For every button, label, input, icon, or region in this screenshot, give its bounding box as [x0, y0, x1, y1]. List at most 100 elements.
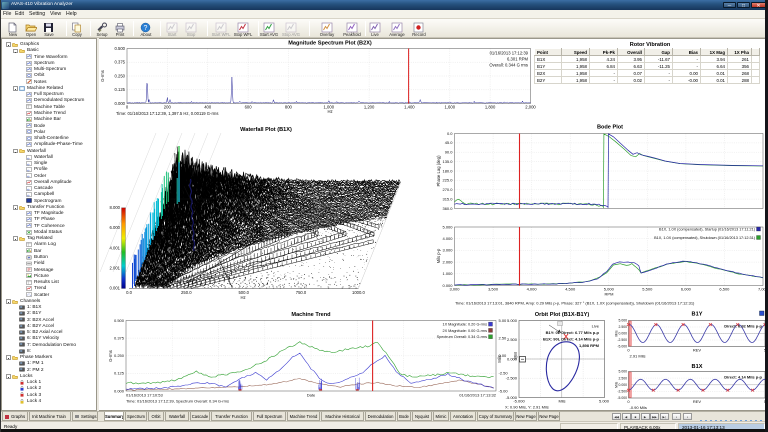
svg-text:5.000: 5.000 [599, 399, 610, 404]
svg-text:5,500: 5,500 [642, 287, 653, 292]
svg-text:0.000: 0.000 [114, 388, 125, 393]
svg-text:REV: REV [693, 348, 702, 353]
svg-text:-2.500: -2.500 [617, 338, 627, 342]
svg-text:Date: Date [307, 392, 316, 397]
svg-text:Orbit Plot (B1X-B1Y): Orbit Plot (B1X-B1Y) [535, 312, 590, 318]
svg-text:REV: REV [693, 399, 702, 404]
svg-text:Time: 01/16/2013 17:12:39, 1,3: Time: 01/16/2013 17:12:39, 1,397.5 Hz, 0… [116, 111, 218, 116]
svg-text:-0.90 Mils: -0.90 Mils [630, 405, 647, 410]
svg-text:Time: 01/16/2013 17:12:39, Spe: Time: 01/16/2013 17:12:39, Spectrum Over… [126, 398, 229, 403]
svg-text:1.000: 1.000 [442, 271, 453, 276]
svg-text:270.0: 270.0 [442, 187, 453, 192]
svg-text:4,000: 4,000 [527, 287, 538, 292]
svg-text:G-rms: G-rms [100, 70, 105, 82]
svg-text:-5.000: -5.000 [617, 345, 627, 349]
svg-text:180.0: 180.0 [442, 168, 453, 173]
svg-text:Mils: Mils [558, 399, 565, 404]
svg-text:2.001: 2.001 [110, 266, 121, 271]
svg-text:01/16/2013 17:10:53: 01/16/2013 17:10:53 [126, 392, 163, 397]
svg-text:Spectrum Overall: 0.34 G-rms: Spectrum Overall: 0.34 G-rms [437, 335, 488, 339]
svg-text:5.000: 5.000 [619, 370, 628, 374]
svg-text:0.0: 0.0 [126, 290, 132, 295]
svg-text:2.500: 2.500 [507, 337, 518, 342]
svg-text:2.000: 2.000 [442, 259, 453, 264]
svg-text:-5.000: -5.000 [513, 399, 525, 404]
svg-text:-5.00: -5.00 [499, 388, 509, 393]
svg-text:5.000: 5.000 [507, 318, 518, 323]
svg-text:B1Y: B1Y [692, 312, 703, 318]
svg-text:Mils: Mils [497, 355, 502, 362]
svg-text:B1X: B1X [692, 364, 703, 370]
svg-text:Bode Plot: Bode Plot [597, 125, 623, 131]
svg-text:Overall: 0.344 G rms: Overall: 0.344 G rms [489, 63, 528, 68]
svg-text:2.500: 2.500 [619, 325, 628, 329]
svg-text:01/16/2013 17:13:32: 01/16/2013 17:13:32 [459, 392, 496, 397]
svg-text:0.125: 0.125 [114, 371, 125, 376]
svg-text:0.000: 0.000 [507, 356, 518, 361]
svg-text:3,500: 3,500 [488, 287, 499, 292]
svg-text:B1Y: 0L Direct: 6.77 Mils p-p: B1Y: 0L Direct: 6.77 Mils p-p [546, 330, 600, 335]
svg-text:0: 0 [126, 105, 129, 110]
svg-text:0.500: 0.500 [115, 46, 126, 51]
svg-text:Mils p-p: Mils p-p [436, 248, 441, 263]
svg-text:1,200: 1,200 [364, 105, 375, 110]
svg-text:-2.500: -2.500 [506, 376, 518, 381]
svg-text:-2.500: -2.500 [617, 390, 627, 394]
svg-text:0.000: 0.000 [619, 383, 628, 387]
svg-text:B1X, 1.0X (compensated), Shutd: B1X, 1.0X (compensated), Shutdown (01/16… [654, 236, 756, 240]
svg-text:90.0: 90.0 [445, 150, 454, 155]
svg-text:Hz: Hz [327, 109, 332, 114]
svg-text:600: 600 [245, 105, 253, 110]
svg-text:Phase Lag (deg): Phase Lag (deg) [436, 155, 441, 187]
svg-text:Mils: Mils [615, 330, 619, 336]
svg-text:X: 0.90 Mils, Y: 2.91 Mils: X: 0.90 Mils, Y: 2.91 Mils [505, 404, 549, 409]
svg-text:5.000: 5.000 [619, 319, 628, 323]
svg-text:G-rms: G-rms [108, 350, 113, 362]
svg-text:0.0: 0.0 [447, 131, 453, 136]
svg-text:400: 400 [204, 105, 212, 110]
svg-text:2.50: 2.50 [499, 335, 508, 340]
svg-text:45.0: 45.0 [445, 140, 454, 145]
svg-text:2,000: 2,000 [525, 105, 536, 110]
svg-text:0.250: 0.250 [114, 353, 125, 358]
svg-text:Machine Trend: Machine Trend [291, 312, 331, 318]
svg-text:0.500: 0.500 [114, 318, 125, 323]
svg-text:8.000: 8.000 [110, 205, 121, 210]
svg-text:Mils: Mils [615, 381, 619, 387]
svg-text:5.000: 5.000 [442, 224, 453, 229]
svg-text:Magnitude Spectrum Plot (B2X): Magnitude Spectrum Plot (B2X) [288, 41, 372, 47]
svg-text:1X Magnitude: 0.20 G-rms: 1X Magnitude: 0.20 G-rms [442, 323, 487, 327]
svg-text:4.001: 4.001 [110, 245, 121, 250]
svg-text:1,800: 1,800 [485, 105, 496, 110]
svg-text:2.500: 2.500 [619, 376, 628, 380]
svg-text:1000.0: 1000.0 [352, 290, 365, 295]
svg-text:Time: 01/16/2013 17:13:01, 384: Time: 01/16/2013 17:13:01, 3840 RPM, Amp… [455, 301, 695, 306]
svg-text:250.0: 250.0 [181, 290, 192, 295]
svg-text:360.0: 360.0 [442, 206, 453, 211]
svg-text:Direct: 4.14 Mils p-p: Direct: 4.14 Mils p-p [724, 375, 762, 380]
svg-text:750.0: 750.0 [296, 290, 307, 295]
svg-text:3.000: 3.000 [442, 248, 453, 253]
svg-text:Hz: Hz [240, 295, 245, 300]
svg-text:225.0: 225.0 [442, 178, 453, 183]
svg-text:6.000: 6.000 [110, 225, 121, 230]
svg-text:B1X, 1.0X (compensated), Start: B1X, 1.0X (compensated), Startup (01/16/… [659, 228, 756, 232]
svg-text:3,000: 3,000 [449, 287, 460, 292]
svg-text:2X Magnitude: 0.00 G-rms: 2X Magnitude: 0.00 G-rms [442, 329, 487, 333]
svg-text:1,400: 1,400 [404, 105, 415, 110]
svg-text:RPM: RPM [605, 292, 614, 297]
svg-text:200: 200 [164, 105, 172, 110]
svg-text:315.0: 315.0 [442, 196, 453, 201]
svg-text:0.375: 0.375 [115, 60, 126, 65]
svg-text:800: 800 [285, 105, 293, 110]
svg-text:5.00: 5.00 [499, 318, 508, 323]
svg-text:135.0: 135.0 [442, 159, 453, 164]
svg-text:1,898 RPM: 1,898 RPM [579, 343, 600, 348]
svg-text:0: 0 [627, 348, 630, 353]
svg-text:0.375: 0.375 [114, 335, 125, 340]
svg-text:-5.000: -5.000 [617, 396, 627, 400]
svg-text:0: 0 [627, 399, 630, 404]
svg-text:B1X: 90L Direct: 4.14 Mils p-p: B1X: 90L Direct: 4.14 Mils p-p [543, 337, 600, 342]
svg-text:6,500: 6,500 [719, 287, 730, 292]
svg-text:6,000: 6,000 [681, 287, 692, 292]
